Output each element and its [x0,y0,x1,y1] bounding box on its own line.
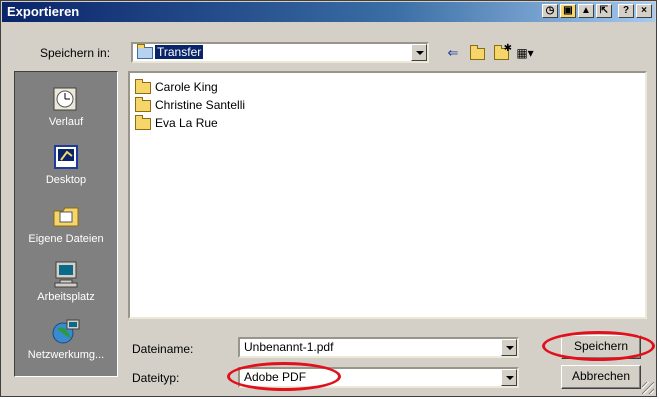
cancel-button[interactable]: Abbrechen [561,365,641,389]
places-bar: Verlauf Desktop Eigene Dateien Arbeitspl… [14,71,118,377]
history-icon [51,84,81,114]
folder-icon [137,43,153,59]
network-icon [51,317,81,347]
clock-icon[interactable]: ◷ [542,4,558,18]
help-button[interactable]: ? [618,4,634,18]
export-dialog: Exportieren ◷ ▣ ▲ ⇱ ? × Speichern in: Tr… [0,0,657,397]
place-label: Netzwerkumg... [27,349,105,361]
toolbar: ⇐ ✱ ▦▾ [444,43,534,61]
filename-input[interactable]: Unbenannt-1.pdf [238,337,519,358]
place-label: Verlauf [48,116,84,128]
place-network[interactable]: Netzwerkumg... [15,317,117,361]
place-history[interactable]: Verlauf [15,84,117,128]
new-folder-icon[interactable]: ✱ [492,43,512,61]
desktop-icon [51,142,81,172]
place-my-computer[interactable]: Arbeitsplatz [15,259,117,303]
save-in-dropdown[interactable]: Transfer [131,42,429,63]
list-item[interactable]: Eva La Rue [135,114,218,131]
filename-value: Unbenannt-1.pdf [244,340,334,354]
up-arrow-icon[interactable]: ▲ [578,4,594,18]
title-bar[interactable]: Exportieren ◷ ▣ ▲ ⇱ ? × [2,2,655,22]
place-desktop[interactable]: Desktop [15,142,117,186]
title-bar-buttons: ◷ ▣ ▲ ⇱ ? × [542,4,652,18]
filetype-dropdown[interactable]: Adobe PDF [238,367,519,388]
filetype-value: Adobe PDF [244,370,307,384]
save-in-label: Speichern in: [40,46,111,60]
my-documents-icon [51,201,81,231]
my-computer-icon [51,259,81,289]
folder-icon [135,114,151,130]
restore-icon[interactable]: ⇱ [596,4,612,18]
close-button[interactable]: × [636,4,652,18]
list-item[interactable]: Carole King [135,78,218,95]
window-title: Exportieren [7,4,80,19]
filename-label: Dateiname: [132,342,194,356]
list-item[interactable]: Christine Santelli [135,96,245,113]
chevron-down-icon[interactable] [411,44,427,61]
back-icon[interactable]: ⇐ [444,45,462,61]
pin-icon[interactable]: ▣ [560,4,576,18]
filetype-label: Dateityp: [132,371,180,385]
place-label: Eigene Dateien [28,233,104,245]
folder-icon [135,96,151,112]
view-menu-icon[interactable]: ▦▾ [516,45,534,61]
place-my-documents[interactable]: Eigene Dateien [15,201,117,245]
place-label: Desktop [45,174,87,186]
place-label: Arbeitsplatz [37,291,95,303]
file-list[interactable]: Carole King Christine Santelli Eva La Ru… [128,71,647,319]
resize-grip[interactable] [642,382,654,394]
save-button[interactable]: Speichern [561,335,641,359]
chevron-down-icon[interactable] [501,369,517,386]
folder-icon [135,78,151,94]
chevron-down-icon[interactable] [501,339,517,356]
up-folder-icon[interactable] [468,44,486,61]
save-in-value: Transfer [155,45,204,59]
